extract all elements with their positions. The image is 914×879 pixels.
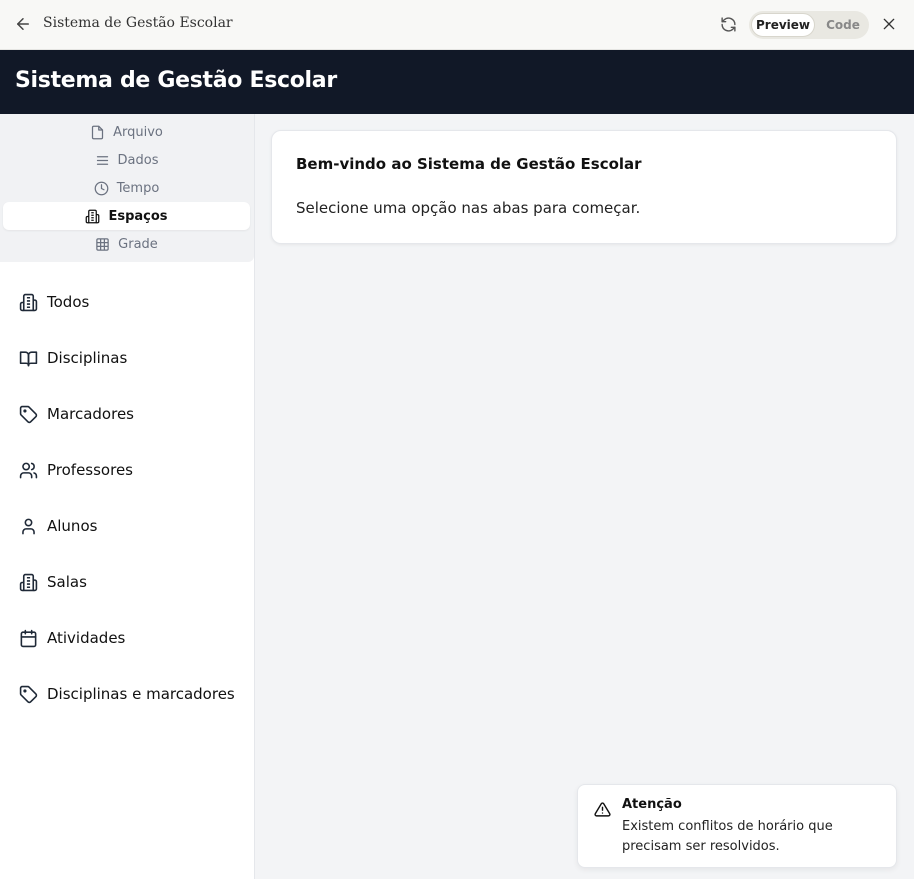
refresh-icon[interactable] xyxy=(720,16,737,33)
clock-icon xyxy=(94,181,109,195)
tab-label: Arquivo xyxy=(113,124,163,140)
tab-dados[interactable]: Dados xyxy=(3,146,250,174)
app-header: Sistema de Gestão Escolar xyxy=(0,50,914,114)
tab-espacos[interactable]: Espaços xyxy=(3,202,250,230)
sidebar-item-disciplinas-e-marcadores[interactable]: Disciplinas e marcadores xyxy=(19,679,249,709)
view-toggle: Preview Code xyxy=(749,11,869,39)
welcome-title: Bem-vindo ao Sistema de Gestão Escolar xyxy=(296,155,642,173)
back-arrow-icon[interactable] xyxy=(14,15,32,33)
tab-list: Arquivo Dados Tempo Espaços Grade xyxy=(0,114,254,262)
tab-label: Tempo xyxy=(116,180,160,196)
sidebar-item-alunos[interactable]: Alunos xyxy=(19,511,249,541)
close-icon[interactable] xyxy=(881,16,897,32)
grid-icon xyxy=(96,237,109,251)
calendar-icon xyxy=(20,629,37,647)
code-button[interactable]: Code xyxy=(821,13,865,37)
sidebar-item-label: Todos xyxy=(47,293,90,311)
sidebar-item-salas[interactable]: Salas xyxy=(19,567,249,597)
sidebar-item-label: Disciplinas xyxy=(47,349,128,367)
sidebar-item-marcadores[interactable]: Marcadores xyxy=(19,399,249,429)
building-icon xyxy=(19,573,38,591)
sidebar-item-label: Disciplinas e marcadores xyxy=(47,685,235,703)
sidebar-item-disciplinas[interactable]: Disciplinas xyxy=(19,343,249,373)
welcome-card: Bem-vindo ao Sistema de Gestão Escolar S… xyxy=(271,130,897,244)
list-icon xyxy=(96,155,108,165)
building-icon xyxy=(86,209,100,223)
sidebar-item-atividades[interactable]: Atividades xyxy=(19,623,249,653)
warning-toast: Atenção Existem conflitos de horário que… xyxy=(577,784,897,868)
tab-label: Espaços xyxy=(108,208,168,224)
page-title: Sistema de Gestão Escolar xyxy=(15,68,337,93)
tag-icon xyxy=(19,405,38,423)
building-icon xyxy=(19,293,38,311)
sidebar-item-todos[interactable]: Todos xyxy=(19,287,249,317)
toast-message: Existem conflitos de horário que precisa… xyxy=(622,819,833,854)
sidebar-item-professores[interactable]: Professores xyxy=(19,455,249,485)
user-icon xyxy=(22,518,35,534)
sidebar-item-label: Salas xyxy=(47,573,87,591)
preview-button[interactable]: Preview xyxy=(751,13,815,37)
sidebar-item-label: Professores xyxy=(47,461,133,479)
window-bar: Sistema de Gestão Escolar Preview Code xyxy=(0,0,914,50)
tab-tempo[interactable]: Tempo xyxy=(3,174,250,202)
sidebar-item-label: Atividades xyxy=(47,629,126,647)
sidebar: Arquivo Dados Tempo Espaços Grade Todos … xyxy=(0,114,255,879)
tab-label: Grade xyxy=(118,236,158,252)
book-icon xyxy=(19,350,38,366)
file-icon xyxy=(91,125,104,139)
warning-icon xyxy=(594,802,611,817)
tag-icon xyxy=(19,685,38,703)
tab-grade[interactable]: Grade xyxy=(3,230,250,258)
window-title: Sistema de Gestão Escolar xyxy=(43,15,233,31)
users-icon xyxy=(19,462,38,478)
tab-label: Dados xyxy=(117,152,159,168)
toast-title: Atenção xyxy=(622,797,682,812)
sidebar-item-label: Marcadores xyxy=(47,405,134,423)
tab-arquivo[interactable]: Arquivo xyxy=(3,118,250,146)
welcome-text: Selecione uma opção nas abas para começa… xyxy=(296,199,641,217)
sidebar-item-label: Alunos xyxy=(47,517,98,535)
